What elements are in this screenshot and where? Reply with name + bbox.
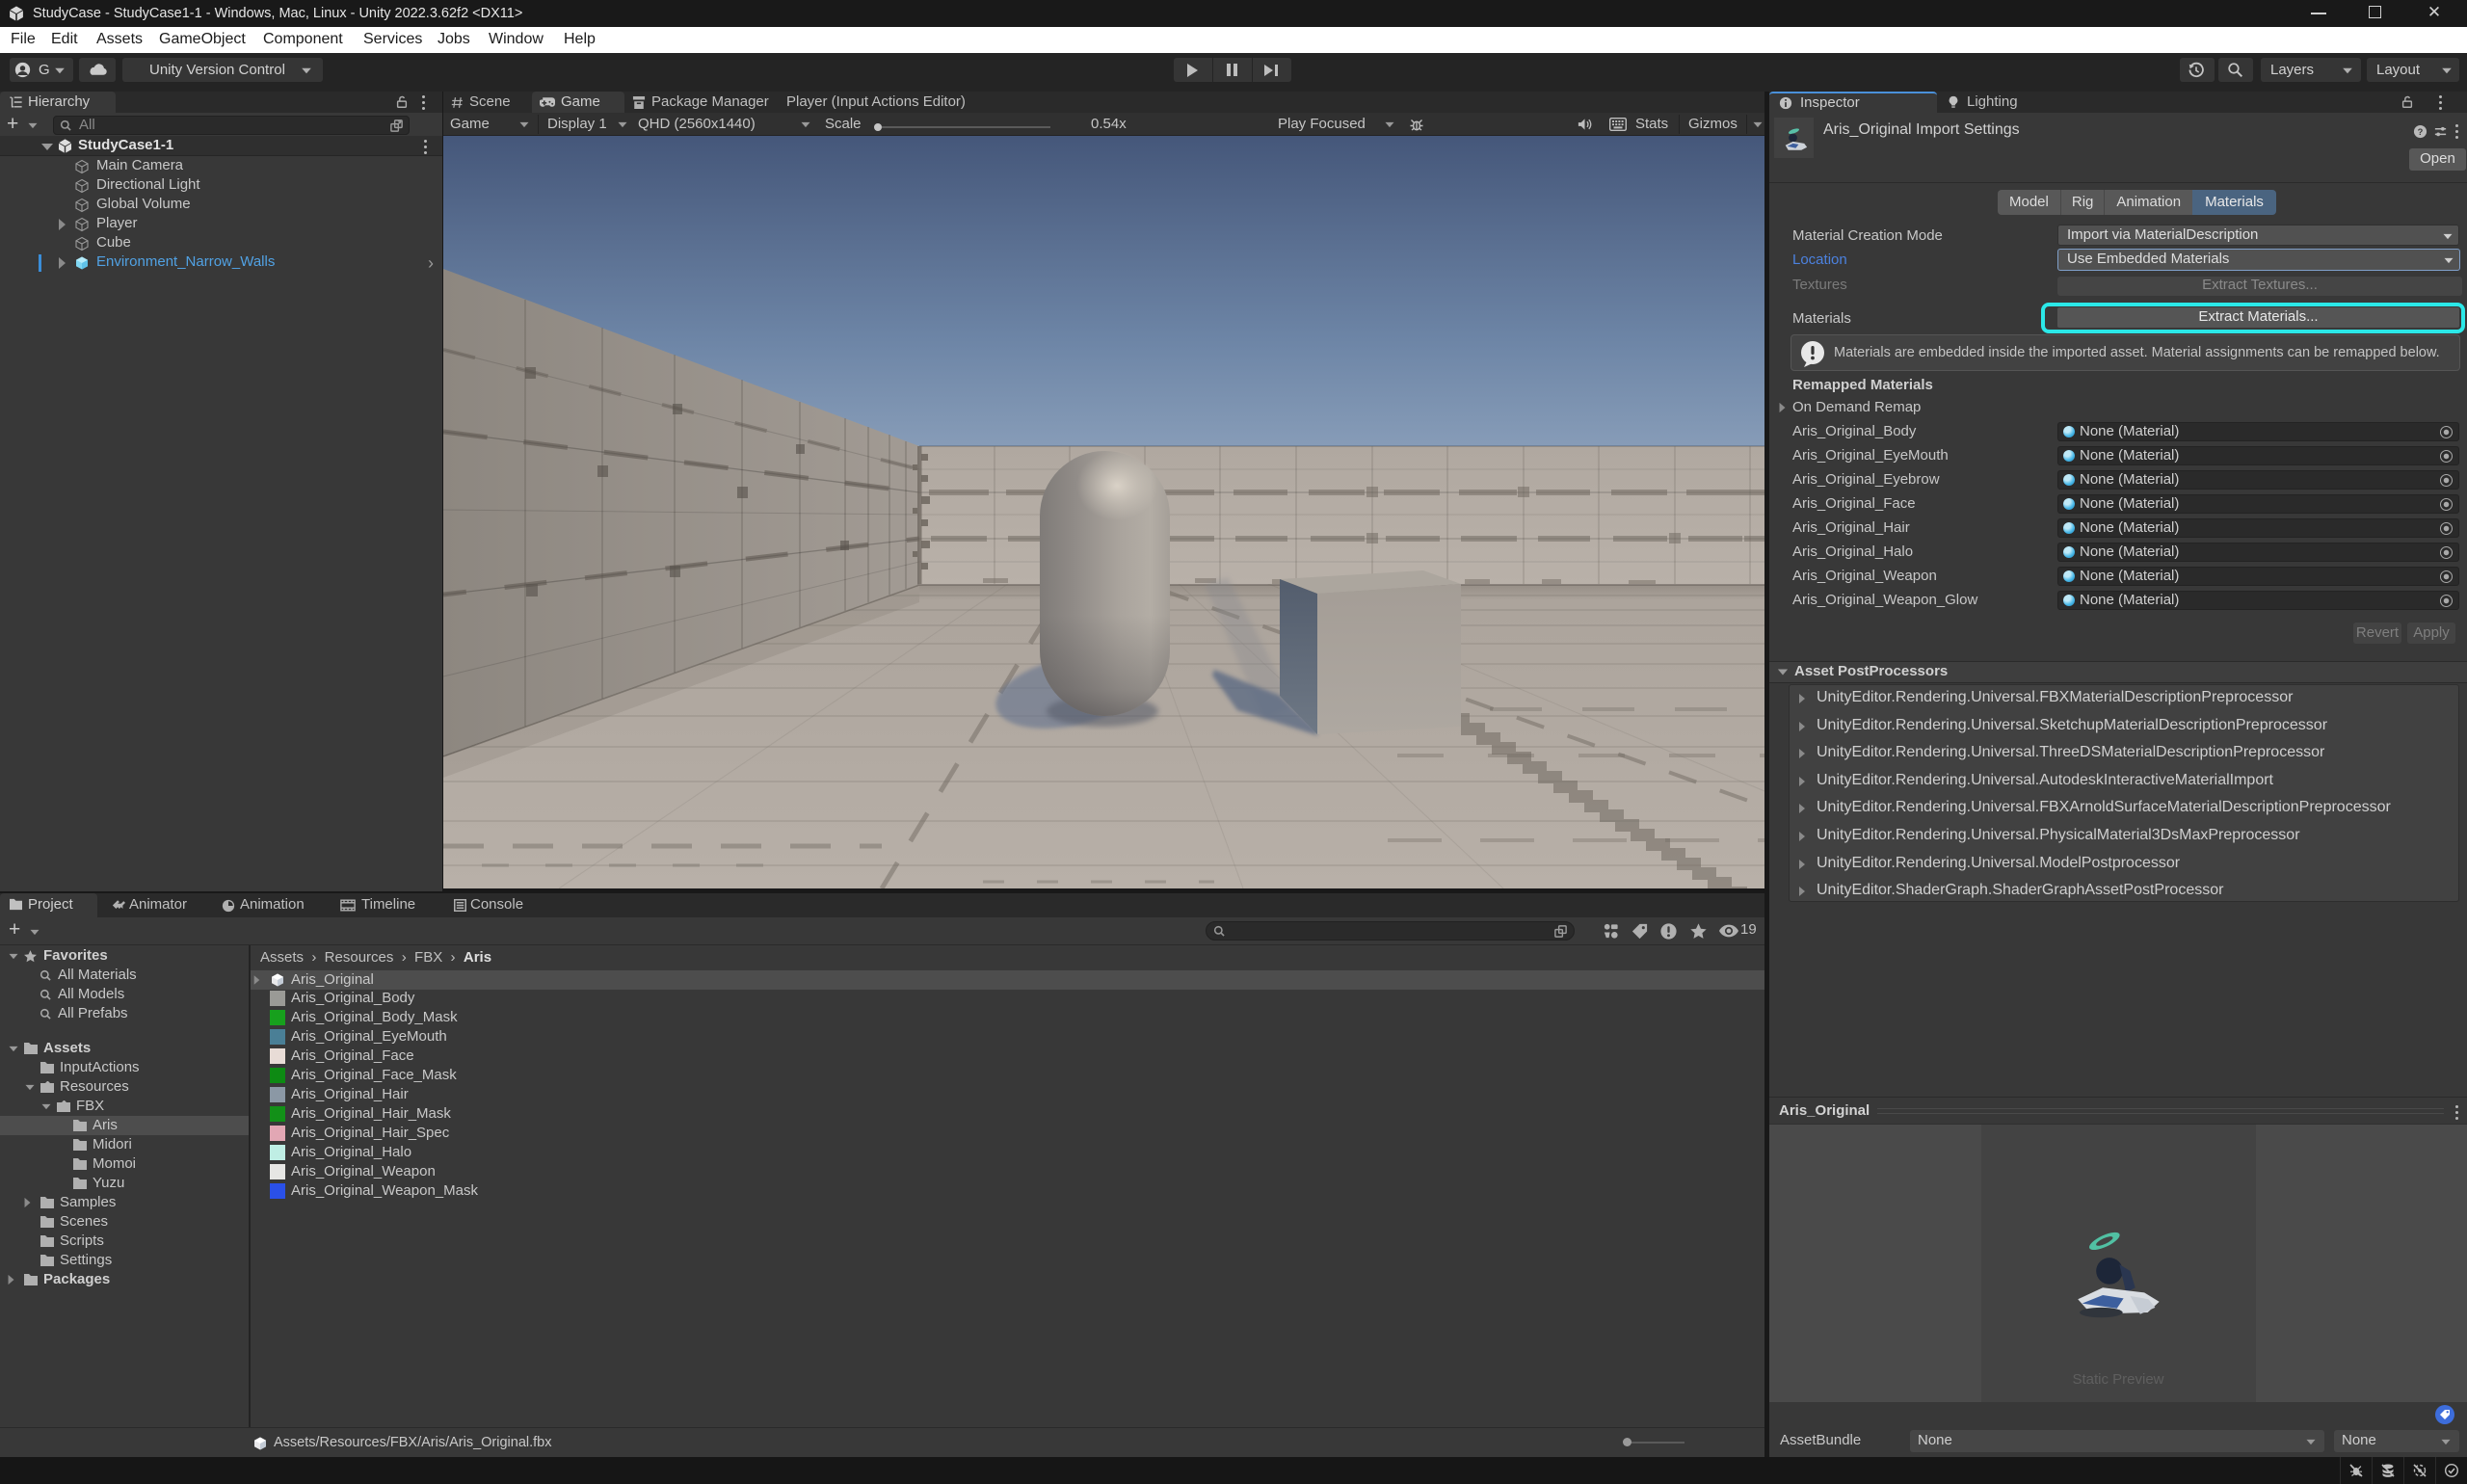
svg-text:?: ? (2418, 127, 2424, 137)
